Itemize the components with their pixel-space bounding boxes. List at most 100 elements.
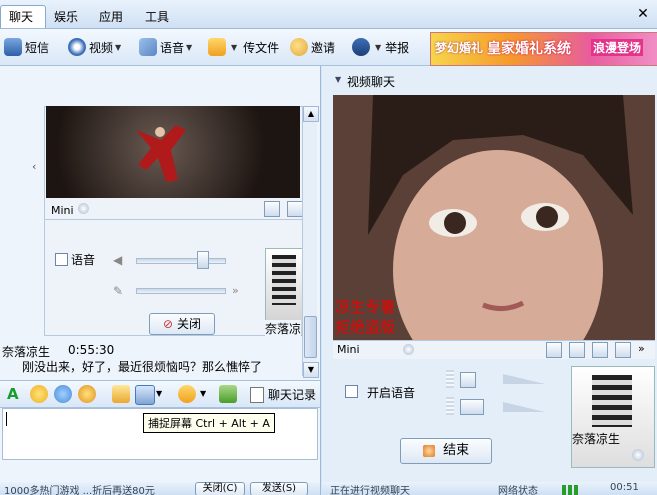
chevron-down-icon[interactable]: ▼ [115, 43, 121, 52]
ad-banner[interactable]: 梦幻婚礼 皇家婚礼系统 浪漫登场 [430, 32, 657, 66]
home-icon[interactable] [546, 342, 562, 358]
menu-chat[interactable]: 聊天 [9, 8, 33, 25]
end-call-icon [422, 444, 435, 457]
enable-voice-checkbox[interactable] [345, 385, 358, 398]
end-video-button[interactable]: 结束 [400, 438, 492, 464]
scroll-up-icon[interactable]: ▲ [303, 106, 319, 122]
chat-history-label: 聊天记录 [268, 388, 317, 402]
invite-icon [290, 38, 308, 56]
ad-ticker[interactable]: 1000多热门游戏 ...折后再送80元 [4, 482, 155, 495]
popout-icon[interactable] [264, 201, 280, 217]
popout-icon[interactable] [615, 342, 631, 358]
video-chat-title: 视频聊天 [347, 75, 396, 89]
sms-button[interactable]: 短信 [4, 37, 49, 57]
history-icon [250, 386, 264, 403]
local-thumb-name: 奈落凉生 [572, 432, 621, 446]
menu-apps[interactable]: 应用 [99, 8, 123, 25]
invite-label: 邀请 [311, 40, 336, 55]
microphone-icon[interactable] [460, 399, 484, 415]
screen-capture-tooltip: 捕捉屏幕 Ctrl + Alt + A [143, 413, 275, 433]
call-duration: 00:51 [610, 482, 639, 493]
menu-entertainment[interactable]: 娱乐 [54, 8, 78, 25]
file-transfer-icon [208, 38, 226, 56]
voice-checkbox[interactable] [55, 253, 68, 266]
text-caret [6, 412, 7, 426]
local-photo [592, 375, 632, 427]
collapse-triangle-icon[interactable]: ▼ [335, 75, 341, 84]
speaker-icon: ◀ [113, 253, 123, 267]
webcam-icon [78, 203, 89, 214]
watermark-line1: 凉生专署 [335, 298, 396, 316]
gift-icon[interactable] [219, 385, 237, 403]
chat-history-button[interactable]: 聊天记录 [250, 386, 316, 403]
animated-emoticon-icon[interactable] [54, 385, 72, 403]
dancer-image [136, 125, 186, 182]
sms-label: 短信 [25, 40, 50, 55]
slider-thumb[interactable] [197, 251, 209, 269]
speaker-volume-slider[interactable] [503, 374, 545, 384]
end-video-label: 结束 [443, 443, 470, 458]
invite-button[interactable]: 邀请 [290, 37, 335, 57]
menu-tools[interactable]: 工具 [145, 8, 169, 25]
send-button[interactable]: 发送(S) [250, 482, 308, 495]
wink-icon[interactable] [78, 385, 96, 403]
font-icon[interactable]: A [7, 385, 25, 403]
signal-strength-icon [562, 485, 578, 495]
expand-arrow-icon[interactable]: » [638, 342, 645, 355]
collapse-arrow-icon[interactable]: ‹ [32, 160, 36, 173]
speaker-icon[interactable] [460, 372, 476, 388]
chevron-down-icon[interactable]: ▼ [156, 389, 162, 398]
chevron-down-icon[interactable]: ▼ [375, 43, 381, 52]
video-button[interactable]: 视频 ▼ [68, 37, 121, 57]
divider [44, 219, 306, 220]
report-button[interactable]: ▼ 举报 [352, 37, 409, 57]
banner-tagline: 浪漫登场 [591, 39, 644, 56]
mic-volume-slider[interactable] [503, 402, 545, 412]
speaker-volume-slider[interactable] [136, 258, 226, 264]
scroll-thumb[interactable] [304, 316, 317, 358]
microphone-icon [139, 38, 157, 56]
close-video-button[interactable]: ⊘ 关闭 [149, 313, 215, 335]
chevron-down-icon[interactable]: ▼ [186, 43, 192, 52]
voice-button[interactable]: 语音 ▼ [139, 37, 192, 57]
send-file-label: 传文件 [243, 40, 280, 55]
webcam-icon [632, 449, 644, 461]
video-label: 视频 [89, 40, 114, 55]
menu-bar: 聊天 娱乐 应用 工具 ✕ [0, 0, 657, 29]
chevron-down-icon[interactable]: ▼ [231, 43, 237, 52]
message-time: 0:55:30 [68, 343, 115, 357]
contact-thumb-name: 奈落凉 [265, 320, 302, 337]
voice-label: 语音 [160, 40, 185, 55]
police-icon [352, 38, 370, 56]
send-file-button[interactable]: ▼ 传文件 [208, 37, 279, 57]
fullscreen-icon[interactable] [287, 201, 303, 217]
speaker-level-meter [446, 370, 454, 388]
close-window-icon[interactable]: ✕ [635, 6, 651, 22]
left-status-bar: 1000多热门游戏 ...折后再送80元 关闭(C) 发送(S) [0, 482, 320, 495]
camera-snapshot-icon[interactable] [592, 342, 608, 358]
expand-arrow-icon[interactable]: » [232, 284, 239, 297]
video-status-text: 正在进行视频聊天 [330, 486, 410, 495]
microphone-icon: ✎ [113, 284, 124, 298]
emoticon-icon[interactable] [30, 385, 48, 403]
screen-capture-icon[interactable] [135, 385, 155, 405]
local-video-feed [46, 106, 300, 198]
format-toolbar: A ▼ ▼ 聊天记录 [0, 380, 320, 408]
mini-label: Mini [51, 204, 74, 217]
banner-title: 皇家婚礼系统 [487, 41, 571, 57]
right-status-bar: 正在进行视频聊天 网络状态 00:51 [322, 482, 657, 495]
shake-icon[interactable] [178, 385, 196, 403]
contact-photo [272, 255, 296, 305]
chat-scrollbar[interactable]: ▲ ▼ [302, 106, 319, 378]
scroll-down-icon[interactable]: ▼ [303, 362, 319, 378]
stop-icon: ⊘ [163, 317, 174, 331]
close-chat-button[interactable]: 关闭(C) [195, 482, 245, 495]
fullscreen-icon[interactable] [569, 342, 585, 358]
mic-volume-slider[interactable] [136, 288, 226, 294]
enable-voice-label: 开启语音 [367, 386, 416, 400]
chevron-down-icon[interactable]: ▼ [200, 389, 206, 398]
watermark-line2: 拒绝盗版 [335, 318, 396, 336]
network-status-label: 网络状态 [498, 486, 538, 495]
send-image-icon[interactable] [112, 385, 130, 403]
mini-label: Mini [337, 343, 360, 356]
